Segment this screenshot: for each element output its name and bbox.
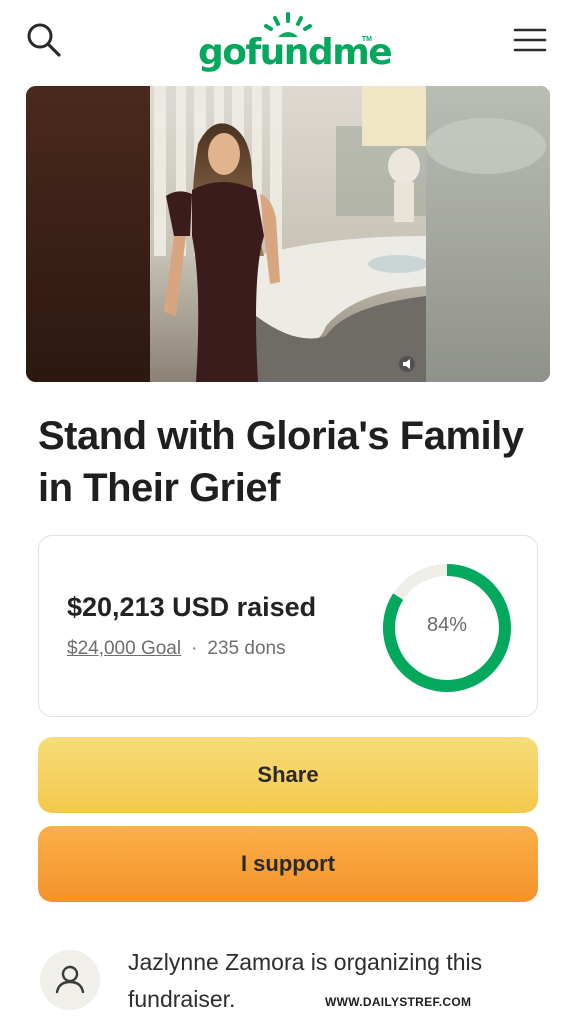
campaign-title: Stand with Gloria's Family in Their Grie…	[38, 414, 524, 510]
amount-raised: $20,213 USD raised	[67, 592, 317, 622]
share-button[interactable]: Share	[38, 737, 538, 813]
donation-stats-card: $20,213 USD raised $24,000 Goal · 235 dons…	[38, 535, 538, 717]
menu-button[interactable]	[512, 24, 548, 56]
user-icon	[55, 965, 85, 994]
organizer-section: Jazlynne Zamora is organizing this fundr…	[38, 940, 538, 1024]
campaign-photo	[26, 86, 550, 382]
donation-count: 235 dons	[207, 638, 286, 659]
top-bar: gofundme TM	[0, 0, 576, 84]
avatar[interactable]	[40, 950, 100, 1010]
support-button[interactable]: I support	[38, 826, 538, 902]
progress-percent: 84%	[426, 614, 468, 636]
goal-link[interactable]: $24,000 Goal	[67, 638, 181, 659]
logo-wordmark: gofundme	[198, 32, 393, 73]
goal-separator: ·	[191, 638, 198, 659]
gofundme-logo[interactable]: gofundme TM	[198, 10, 393, 74]
search-button[interactable]	[24, 20, 64, 60]
hamburger-menu-icon	[513, 28, 547, 52]
search-icon	[27, 23, 61, 57]
campaign-hero-image[interactable]	[26, 86, 550, 382]
goal-row: $24,000 Goal · 235 dons	[67, 638, 286, 660]
logo-trademark: TM	[361, 36, 372, 43]
volume-icon[interactable]	[399, 356, 415, 372]
watermark: WWW.DAILYSTREF.COM	[325, 995, 472, 1009]
